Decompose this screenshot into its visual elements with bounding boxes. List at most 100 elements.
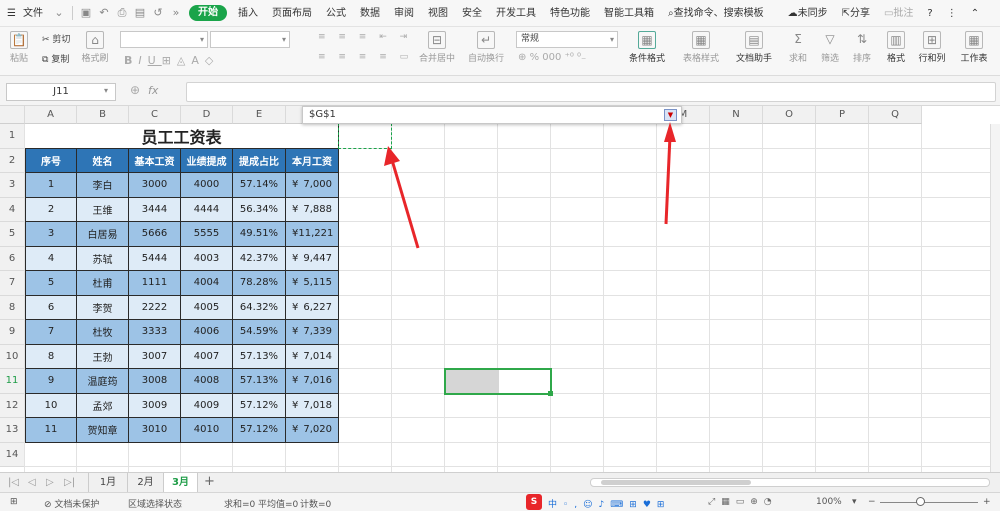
row-header-2[interactable]: 2	[0, 148, 25, 173]
font-size-select[interactable]: ▾	[210, 31, 290, 48]
table-cell[interactable]: ¥7,339	[286, 320, 339, 345]
tab-review[interactable]: 审阅	[387, 0, 421, 27]
table-cell[interactable]: 李贺	[77, 295, 129, 320]
bold-button[interactable]: B	[124, 54, 138, 67]
merge-center-button[interactable]: ⊟ 合并居中	[414, 31, 460, 64]
table-cell[interactable]: 温庭筠	[77, 369, 129, 394]
tab-smart-tools[interactable]: 智能工具箱	[597, 0, 661, 27]
comment-button[interactable]: ▭批注	[877, 0, 920, 27]
tab-features[interactable]: 特色功能	[543, 0, 597, 27]
protect-status[interactable]: ⊘ 文档未保护	[44, 497, 99, 510]
command-search[interactable]: ⌕查找命令、搜索模板	[661, 0, 771, 27]
zoom-dropdown-icon[interactable]: ▾	[852, 497, 857, 507]
currency-icon[interactable]: ⊕	[518, 52, 526, 63]
zoom-in-icon[interactable]: +	[983, 497, 991, 507]
share-button[interactable]: ⇱分享	[835, 0, 877, 27]
border-icon[interactable]: ⊞	[162, 54, 177, 67]
table-cell[interactable]: ¥9,447	[286, 246, 339, 271]
sort-button[interactable]: ⇅ 排序	[848, 31, 876, 64]
table-cell[interactable]: 5444	[129, 246, 181, 271]
undo-history-icon[interactable]: ↶	[97, 6, 111, 20]
row-header-11[interactable]: 11	[0, 369, 25, 394]
thousands-button[interactable]: 000	[542, 52, 561, 63]
table-cell[interactable]: 杜牧	[77, 320, 129, 345]
table-cell[interactable]: 57.13%	[233, 369, 286, 394]
table-cell[interactable]: ¥7,020	[286, 418, 339, 443]
column-header-E[interactable]: E	[233, 106, 286, 124]
prev-sheet-icon[interactable]: ◁	[28, 477, 36, 488]
view-mode-icons[interactable]: ⤢▦▭⊕◔	[708, 497, 778, 507]
row-header-13[interactable]: 13	[0, 418, 25, 443]
chevron-down-icon[interactable]: ▾	[104, 86, 108, 95]
copy-button[interactable]: ⧉ 复制	[42, 52, 69, 65]
table-cell[interactable]: 4003	[181, 246, 233, 271]
filter-button[interactable]: ▽ 筛选	[816, 31, 844, 64]
table-cell[interactable]: 11	[25, 418, 77, 443]
decrease-decimal-icon[interactable]: ⁰₋	[577, 52, 586, 63]
row-header-7[interactable]: 7	[0, 271, 25, 296]
table-cell[interactable]: 54.59%	[233, 320, 286, 345]
table-cell[interactable]: ¥7,000	[286, 173, 339, 198]
table-cell[interactable]: 64.32%	[233, 295, 286, 320]
table-cell[interactable]: 49.51%	[233, 222, 286, 247]
table-cell[interactable]: ¥11,221	[286, 222, 339, 247]
sum-button[interactable]: Σ 求和	[784, 31, 812, 64]
ime-toolbar[interactable]: 中◦,☺♪⌨⊞♥⊞	[548, 497, 670, 510]
undo-icon[interactable]: ↺	[151, 6, 165, 20]
table-cell[interactable]: 57.13%	[233, 344, 286, 369]
select-all-corner[interactable]	[0, 106, 25, 124]
zoom-icon[interactable]: ⊕	[130, 83, 140, 97]
row-col-button[interactable]: ⊞ 行和列	[914, 31, 950, 64]
sync-status[interactable]: ☁未同步	[781, 0, 835, 27]
table-cell[interactable]: 苏轼	[77, 246, 129, 271]
column-header-N[interactable]: N	[710, 106, 763, 124]
align-top-row[interactable]: ≡ ≡ ≡ ⇤ ⇥	[318, 32, 412, 42]
increase-decimal-icon[interactable]: ⁺⁰	[565, 52, 574, 63]
table-cell[interactable]: 3008	[129, 369, 181, 394]
paste-button[interactable]: 📋 粘贴	[6, 31, 32, 64]
row-header-8[interactable]: 8	[0, 295, 25, 320]
name-box[interactable]: J11	[6, 83, 116, 101]
table-cell[interactable]: 王维	[77, 197, 129, 222]
table-cell[interactable]: 57.12%	[233, 393, 286, 418]
table-cell[interactable]: 9	[25, 369, 77, 394]
underline-button[interactable]: U	[148, 54, 162, 67]
table-cell[interactable]: 王勃	[77, 344, 129, 369]
table-cell[interactable]: 白居易	[77, 222, 129, 247]
number-format-select[interactable]: 常规 ▾	[516, 31, 618, 48]
fill-color-icon[interactable]: ◬	[177, 54, 191, 67]
chevron-down-icon[interactable]: ⌄	[52, 6, 66, 20]
table-cell[interactable]: 57.12%	[233, 418, 286, 443]
italic-button[interactable]: I	[138, 54, 147, 67]
table-cell[interactable]: 8	[25, 344, 77, 369]
cut-button[interactable]: ✂ 剪切	[42, 32, 70, 45]
table-cell[interactable]: 6	[25, 295, 77, 320]
table-cell[interactable]: 4005	[181, 295, 233, 320]
row-header-9[interactable]: 9	[0, 320, 25, 345]
fill-handle[interactable]	[548, 390, 553, 396]
column-header-B[interactable]: B	[77, 106, 129, 124]
more-icon[interactable]: »	[169, 6, 183, 20]
file-menu[interactable]: 文件	[23, 0, 50, 27]
tab-view[interactable]: 视图	[421, 0, 455, 27]
table-cell[interactable]: 57.14%	[233, 173, 286, 198]
table-cell[interactable]: 56.34%	[233, 197, 286, 222]
table-cell[interactable]: ¥5,115	[286, 271, 339, 296]
wrap-text-button[interactable]: ↵ 自动换行	[466, 31, 506, 64]
table-cell[interactable]: 4009	[181, 393, 233, 418]
column-header-P[interactable]: P	[816, 106, 869, 124]
sheet-icon[interactable]: ⊞	[10, 497, 18, 507]
table-cell[interactable]: 42.37%	[233, 246, 286, 271]
table-cell[interactable]: 5555	[181, 222, 233, 247]
table-cell[interactable]: 3333	[129, 320, 181, 345]
table-cell[interactable]: ¥7,018	[286, 393, 339, 418]
doc-helper-button[interactable]: ▤ 文档助手	[734, 31, 774, 64]
tab-security[interactable]: 安全	[455, 0, 489, 27]
column-header-A[interactable]: A	[25, 106, 77, 124]
format-painter-button[interactable]: ⌂ 格式刷	[80, 31, 110, 64]
tab-home[interactable]: 开始	[188, 5, 227, 21]
table-cell[interactable]: 4	[25, 246, 77, 271]
table-cell[interactable]: 3009	[129, 393, 181, 418]
vertical-scrollbar[interactable]	[990, 124, 1000, 472]
hamburger-menu-icon[interactable]: ☰	[0, 0, 23, 27]
